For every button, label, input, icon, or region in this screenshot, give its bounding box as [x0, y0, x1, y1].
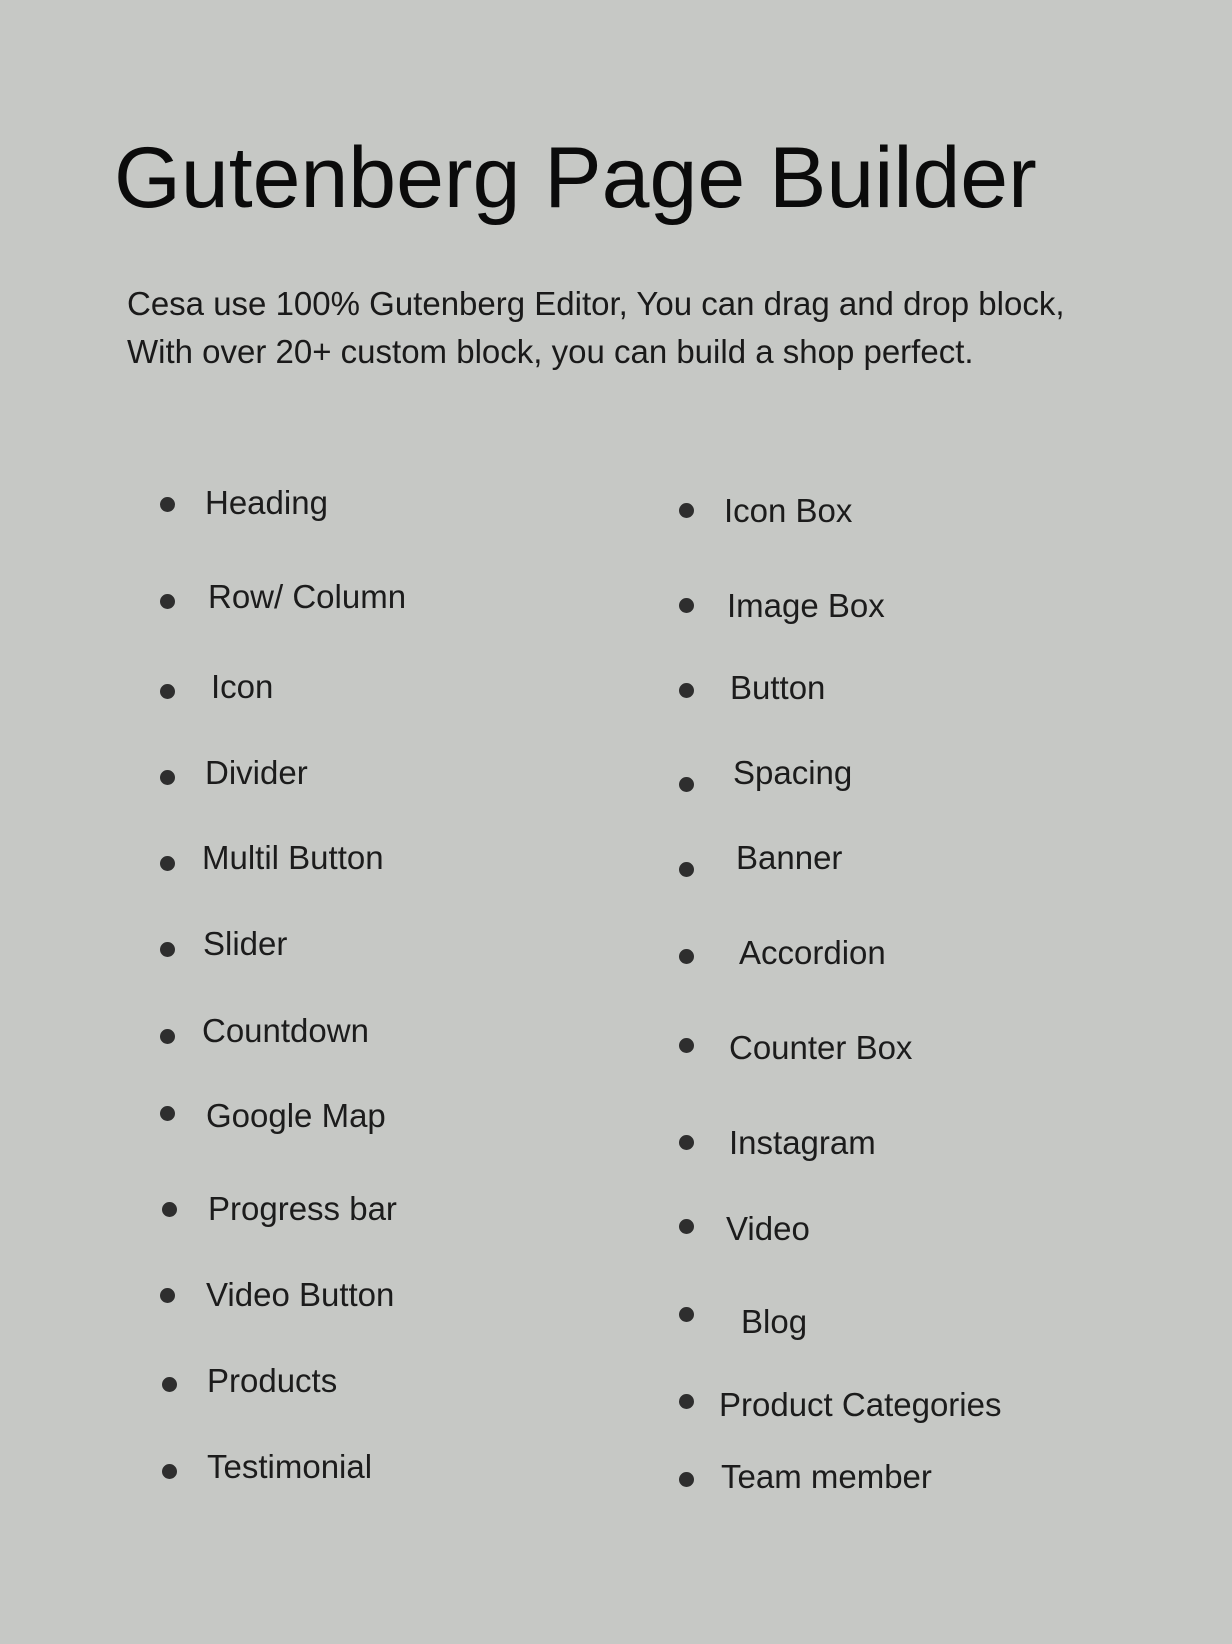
bullet-icon	[162, 1377, 177, 1392]
block-label: Video Button	[206, 1276, 395, 1313]
block-label: Button	[730, 669, 826, 706]
block-label: Google Map	[206, 1097, 386, 1134]
bullet-icon	[679, 598, 694, 613]
bullet-icon	[679, 1394, 694, 1409]
block-label: Video	[726, 1210, 810, 1247]
bullet-icon	[160, 1288, 175, 1303]
bullet-icon	[679, 1219, 694, 1234]
block-label: Progress bar	[208, 1190, 397, 1227]
page-title: Gutenberg Page Builder	[114, 130, 1037, 226]
block-label: Heading	[205, 484, 328, 521]
block-label: Multil Button	[202, 839, 384, 876]
bullet-icon	[679, 1307, 694, 1322]
block-label: Banner	[736, 839, 843, 876]
bullet-icon	[679, 777, 694, 792]
bullet-icon	[160, 942, 175, 957]
bullet-icon	[679, 1135, 694, 1150]
block-label: Row/ Column	[208, 578, 407, 615]
block-label: Products	[207, 1362, 338, 1399]
block-label: Blog	[741, 1303, 808, 1340]
bullet-icon	[162, 1202, 177, 1217]
bullet-icon	[160, 497, 175, 512]
bullet-icon	[160, 684, 175, 699]
bullet-icon	[679, 1472, 694, 1487]
block-label: Instagram	[729, 1124, 876, 1161]
block-label: Divider	[205, 754, 308, 791]
bullet-icon	[679, 683, 694, 698]
bullet-icon	[160, 1029, 175, 1044]
block-label: Icon Box	[724, 492, 853, 529]
block-label: Counter Box	[729, 1029, 913, 1066]
bullet-icon	[679, 503, 694, 518]
bullet-icon	[679, 949, 694, 964]
block-label: Accordion	[739, 934, 886, 971]
bullet-icon	[162, 1464, 177, 1479]
block-label: Testimonial	[207, 1448, 373, 1485]
block-label: Icon	[211, 668, 274, 705]
block-label: Team member	[721, 1458, 932, 1495]
bullet-icon	[160, 770, 175, 785]
block-label: Image Box	[727, 587, 885, 624]
block-label: Countdown	[202, 1012, 369, 1049]
block-label: Spacing	[733, 754, 853, 791]
bullet-icon	[160, 1106, 175, 1121]
block-label: Product Categories	[719, 1386, 1002, 1423]
page-description: Cesa use 100% Gutenberg Editor, You can …	[127, 285, 1065, 370]
bullet-icon	[160, 594, 175, 609]
block-label: Slider	[203, 925, 288, 962]
bullet-icon	[160, 856, 175, 871]
bullet-icon	[679, 1038, 694, 1053]
bullet-icon	[679, 862, 694, 877]
